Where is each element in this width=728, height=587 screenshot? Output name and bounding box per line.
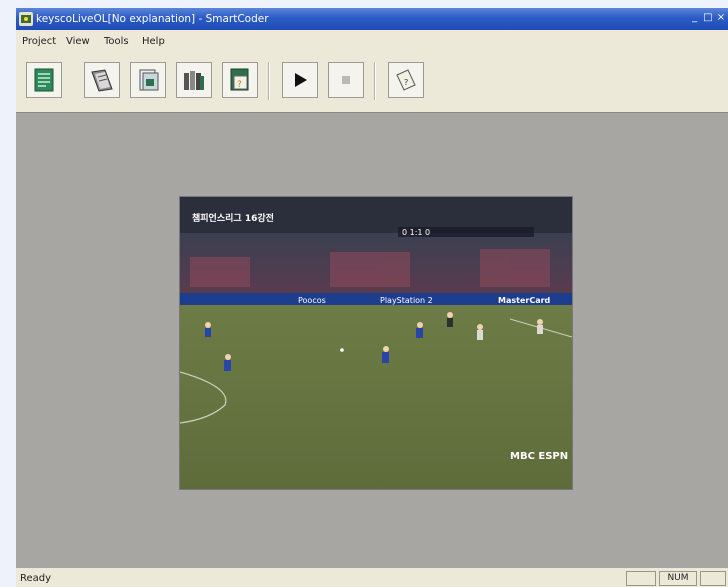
video-frame: Poocos PlayStation 2 MasterCard 챔피언스리그 1… <box>180 197 572 489</box>
help-button[interactable]: ? <box>388 62 424 98</box>
close-button[interactable]: × <box>716 12 726 23</box>
ad-board-text-1: Poocos <box>298 296 326 305</box>
toolbar-separator <box>268 62 270 100</box>
new-document-button[interactable] <box>26 62 62 98</box>
stop-button[interactable] <box>328 62 364 98</box>
app-window: keyscoLiveOL[No explanation] - SmartCode… <box>16 8 728 587</box>
play-button[interactable] <box>282 62 318 98</box>
broadcast-caption: 챔피언스리그 16강전 <box>192 212 274 224</box>
properties-button[interactable]: ? <box>222 62 258 98</box>
title-bar[interactable]: keyscoLiveOL[No explanation] - SmartCode… <box>16 8 728 30</box>
menu-view[interactable]: View <box>66 36 90 47</box>
stop-icon <box>342 76 350 84</box>
window-title: keyscoLiveOL[No explanation] - SmartCode… <box>36 13 269 25</box>
library-icon <box>184 71 204 90</box>
play-icon <box>295 73 307 87</box>
new-document-icon <box>34 68 54 92</box>
properties-icon: ? <box>230 68 249 91</box>
svg-text:?: ? <box>404 78 408 87</box>
menu-project[interactable]: Project <box>22 36 56 47</box>
maximize-button[interactable]: □ <box>703 12 713 23</box>
status-num-indicator: NUM <box>659 571 697 586</box>
ad-board-text-3: MasterCard <box>498 296 551 305</box>
status-pane-empty <box>700 571 726 586</box>
video-workspace: Poocos PlayStation 2 MasterCard 챔피언스리그 1… <box>16 112 728 568</box>
toolbar: ? ? <box>16 54 728 110</box>
library-button[interactable] <box>176 62 212 98</box>
minimize-button[interactable]: _ <box>690 12 700 23</box>
open-document-icon <box>91 69 113 92</box>
status-bar: Ready NUM <box>16 570 728 587</box>
help-icon: ? <box>396 69 416 91</box>
status-text: Ready <box>20 573 52 584</box>
app-icon <box>19 12 33 26</box>
broadcaster-logo: MBC ESPN <box>510 451 568 462</box>
open-document-button[interactable] <box>84 62 120 98</box>
save-document-button[interactable] <box>130 62 166 98</box>
scoreboard: 0 1:1 0 <box>402 228 430 237</box>
menu-help[interactable]: Help <box>142 36 165 47</box>
svg-text:?: ? <box>237 80 242 90</box>
menu-tools[interactable]: Tools <box>104 36 129 47</box>
ad-board-text-2: PlayStation 2 <box>380 296 433 305</box>
toolbar-separator <box>374 62 376 100</box>
status-pane-empty <box>626 571 656 586</box>
save-document-icon <box>139 69 159 91</box>
window-controls: _ □ × <box>690 12 726 23</box>
